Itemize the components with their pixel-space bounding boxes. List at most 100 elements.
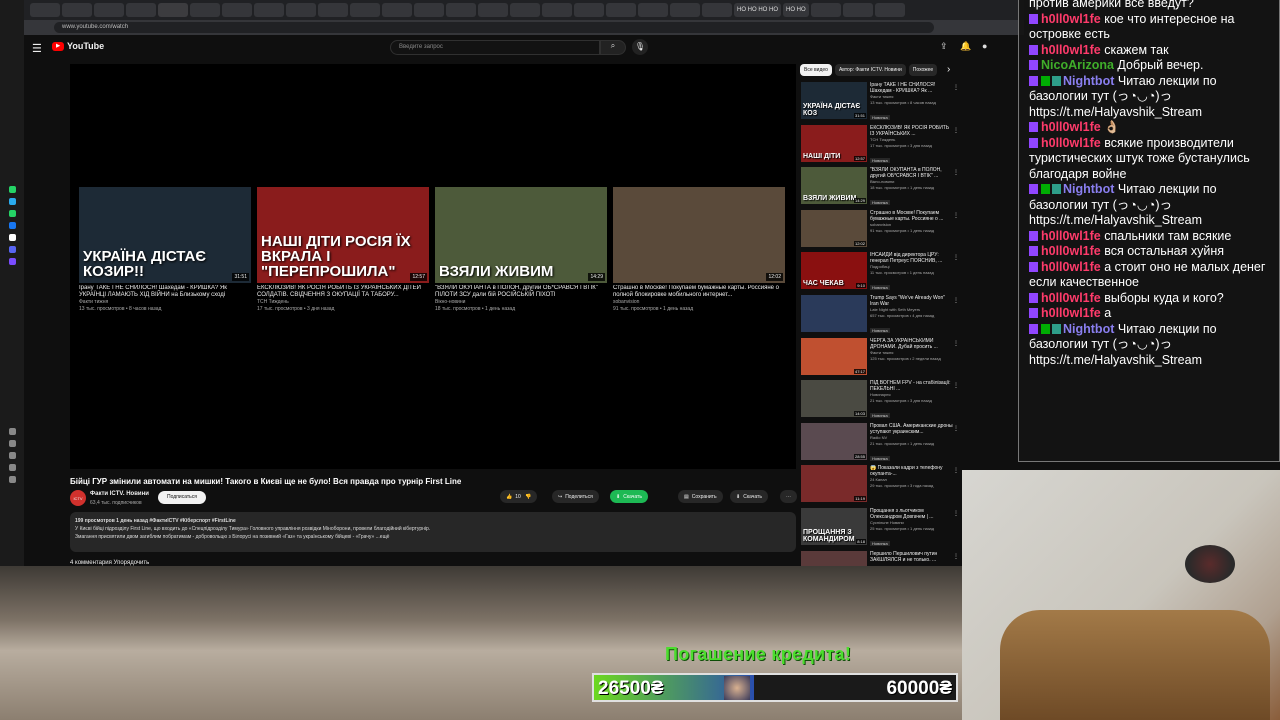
avatar[interactable]: ● bbox=[982, 41, 987, 51]
browser-tab[interactable] bbox=[30, 3, 60, 17]
sidebar-app-icon[interactable] bbox=[8, 452, 16, 459]
related-video-title[interactable]: ПІД ВОГНЕМ FPV - на стабілізації: ПЕКЕЛЬ… bbox=[870, 380, 954, 392]
browser-tab[interactable] bbox=[510, 3, 540, 17]
more-vert-icon[interactable]: ⋮ bbox=[953, 84, 959, 91]
related-video-title[interactable]: Страшно в Москве! Покупаем бумажные карт… bbox=[870, 210, 954, 222]
end-card-title[interactable]: "ВЗЯЛИ ОКУПАНТА в ПОЛОН, другий ОБ*СРАВС… bbox=[435, 285, 607, 299]
browser-tab[interactable]: НО НО bbox=[783, 3, 809, 17]
sidebar-app-icon[interactable] bbox=[8, 476, 16, 483]
player-end-card[interactable]: УКРАЇНА ДІСТАЄ КОЗИР!! 31:51 Ірану ТАКЕ І … bbox=[79, 187, 251, 313]
browser-tab[interactable] bbox=[478, 3, 508, 17]
related-video-item[interactable]: ПРОЩАННЯ З КОМАНДИРОМ 8:18 Прощання з льот… bbox=[801, 508, 959, 548]
more-vert-icon[interactable]: ⋮ bbox=[953, 467, 959, 474]
related-video-title[interactable]: ІНСАЙДИ від директора ЦРУ: генерал Петре… bbox=[870, 252, 954, 264]
chevron-right-icon[interactable]: › bbox=[947, 64, 950, 75]
related-video-title[interactable]: Прощання з льотчиком Олександром Довгаче… bbox=[870, 508, 954, 520]
end-card-channel[interactable]: ТСН Тиждень bbox=[257, 299, 429, 306]
related-video-title[interactable]: 😱 Показали кадри з телефону окупанта-... bbox=[870, 465, 954, 477]
browser-tab[interactable] bbox=[222, 3, 252, 17]
browser-tab[interactable] bbox=[62, 3, 92, 17]
more-vert-icon[interactable]: ⋮ bbox=[953, 425, 959, 432]
subscribe-button[interactable]: Подписаться bbox=[158, 491, 206, 504]
related-video-item[interactable]: 47:17 ЧЕРГА ЗА УКРАЇНСЬКИМИ ДРОНАМИ. Дуба… bbox=[801, 337, 959, 378]
sidebar-app-icon[interactable] bbox=[8, 210, 16, 217]
browser-tab[interactable] bbox=[606, 3, 636, 17]
sidebar-app-icon[interactable] bbox=[8, 440, 16, 447]
sidebar-app-icon[interactable] bbox=[8, 222, 16, 229]
related-thumbnail[interactable]: ЧАС ЧЕКАВ 9:10 bbox=[801, 252, 867, 290]
related-video-item[interactable]: ВЗЯЛИ ЖИВИМ 14:29 "ВЗЯЛИ ОКУПАНТА в ПОЛОН,… bbox=[801, 167, 959, 207]
related-thumbnail[interactable]: УКРАЇНА ДІСТАЄ КОЗ 31:51 bbox=[801, 82, 867, 119]
sidebar-app-icon[interactable] bbox=[8, 464, 16, 471]
related-video-title[interactable]: "ВЗЯЛИ ОКУПАНТА в ПОЛОН, другий ОБ*СРАВС… bbox=[870, 167, 954, 179]
more-actions-button[interactable]: ⋯ bbox=[780, 490, 797, 503]
more-vert-icon[interactable]: ⋮ bbox=[953, 382, 959, 389]
search-button[interactable]: ⌕ bbox=[600, 40, 626, 55]
end-card-thumbnail[interactable]: НАШІ ДІТИ РОСІЯ ЇХ ВКРАЛА І "ПЕРЕПРОШИЛА… bbox=[257, 187, 429, 283]
more-vert-icon[interactable]: ⋮ bbox=[953, 212, 959, 219]
browser-tab[interactable] bbox=[842, 3, 873, 17]
end-card-title[interactable]: Ірану ТАКЕ І НЕ СНИЛОСЯ! Шахедам - КРИШК… bbox=[79, 285, 251, 299]
sidebar-app-icon[interactable] bbox=[8, 198, 16, 205]
related-video-item[interactable]: ЧАС ЧЕКАВ 9:10 ІНСАЙДИ від директора ЦРУ: … bbox=[801, 252, 959, 292]
end-card-thumbnail[interactable]: 12:02 bbox=[613, 187, 785, 283]
more-vert-icon[interactable]: ⋮ bbox=[953, 340, 959, 347]
related-video-title[interactable]: Першило Першилович путин ЗАКШЛЯЛСЯ и не … bbox=[870, 551, 954, 563]
browser-tab[interactable] bbox=[158, 3, 188, 17]
end-card-thumbnail[interactable]: ВЗЯЛИ ЖИВИМ 14:29 bbox=[435, 187, 607, 283]
more-vert-icon[interactable]: ⋮ bbox=[953, 297, 959, 304]
browser-tab[interactable] bbox=[254, 3, 284, 17]
sidebar-app-icon[interactable] bbox=[8, 246, 16, 253]
download-button[interactable]: ⬇ Скачать bbox=[730, 490, 768, 503]
search-input[interactable]: Введите запрос bbox=[390, 40, 600, 55]
related-thumbnail[interactable]: 14:03 bbox=[801, 380, 867, 418]
browser-tab[interactable] bbox=[670, 3, 700, 17]
related-thumbnail[interactable]: 12:02 bbox=[801, 209, 867, 247]
channel-avatar[interactable]: ICTV bbox=[70, 490, 86, 506]
browser-tab[interactable] bbox=[286, 3, 316, 17]
browser-tab[interactable] bbox=[94, 3, 124, 17]
player-end-card[interactable]: 12:02 Страшно в Москве! Покупаем бумажные… bbox=[613, 187, 785, 313]
related-video-item[interactable]: 14:03 ПІД ВОГНЕМ FPV - на стабілізації: П… bbox=[801, 380, 959, 420]
youtube-logo[interactable]: ▶ YouTube bbox=[52, 41, 104, 51]
browser-tab[interactable] bbox=[702, 3, 732, 17]
browser-tab[interactable] bbox=[126, 3, 156, 17]
related-video-title[interactable]: Ірану ТАКЕ І НЕ СНИЛОСЯ! Шахедам - КРИШК… bbox=[870, 82, 954, 94]
filter-chip[interactable]: Автор: Факти ICTV. Новини bbox=[834, 64, 906, 76]
channel-name[interactable]: Факти ICTV. Новини bbox=[90, 491, 149, 497]
like-button[interactable]: 👍 10 👎 bbox=[500, 490, 538, 503]
related-video-item[interactable]: 28:55 Провал США. Американские дроны усту… bbox=[801, 422, 959, 463]
related-thumbnail[interactable]: НАШІ ДІТИ 12:57 bbox=[801, 124, 867, 162]
related-thumbnail[interactable]: 47:17 bbox=[801, 337, 867, 375]
browser-tab[interactable] bbox=[318, 3, 348, 17]
end-card-channel[interactable]: Вікно-новини bbox=[435, 299, 607, 306]
more-vert-icon[interactable]: ⋮ bbox=[953, 254, 959, 261]
browser-tab[interactable] bbox=[382, 3, 412, 17]
browser-tab[interactable] bbox=[874, 3, 905, 17]
related-video-item[interactable]: 12:02 Страшно в Москве! Покупаем бумажные… bbox=[801, 209, 959, 250]
related-video-title[interactable]: Trump Says "We've Already Won" Iran War bbox=[870, 295, 954, 307]
sidebar-app-icon[interactable] bbox=[8, 258, 16, 265]
browser-tab[interactable] bbox=[574, 3, 604, 17]
browser-tab[interactable]: НО НО НО НО bbox=[734, 3, 782, 17]
browser-tab[interactable] bbox=[350, 3, 380, 17]
player-end-card[interactable]: НАШІ ДІТИ РОСІЯ ЇХ ВКРАЛА І "ПЕРЕПРОШИЛА… bbox=[257, 187, 429, 313]
end-card-title[interactable]: Страшно в Москве! Покупаем бумажные карт… bbox=[613, 285, 785, 299]
extension-download-button[interactable]: ⬇ Скачать bbox=[610, 490, 648, 503]
related-video-item[interactable]: Trump Says "We've Already Won" Iran War L… bbox=[801, 295, 959, 335]
browser-tab[interactable] bbox=[810, 3, 841, 17]
save-button[interactable]: ▤ Сохранить bbox=[678, 490, 723, 503]
filter-chip[interactable]: Все видео bbox=[800, 64, 832, 76]
related-video-item[interactable]: 11:19 😱 Показали кадри з телефону окупант… bbox=[801, 465, 959, 505]
menu-icon[interactable]: ☰ bbox=[32, 42, 42, 55]
related-video-item[interactable]: УКРАЇНА ДІСТАЄ КОЗ 31:51 Ірану ТАКЕ І НЕ С… bbox=[801, 82, 959, 122]
end-card-channel[interactable]: Факти тижня bbox=[79, 299, 251, 306]
notifications-icon[interactable]: 🔔 bbox=[960, 41, 971, 52]
related-video-title[interactable]: Провал США. Американские дроны уступают … bbox=[870, 423, 954, 435]
sidebar-app-icon[interactable] bbox=[8, 428, 16, 435]
more-vert-icon[interactable]: ⋮ bbox=[953, 553, 959, 560]
share-button[interactable]: ↪ Поделиться bbox=[552, 490, 599, 503]
more-vert-icon[interactable]: ⋮ bbox=[953, 127, 959, 134]
related-thumbnail[interactable]: ВЗЯЛИ ЖИВИМ 14:29 bbox=[801, 167, 867, 205]
browser-tab[interactable] bbox=[414, 3, 444, 17]
